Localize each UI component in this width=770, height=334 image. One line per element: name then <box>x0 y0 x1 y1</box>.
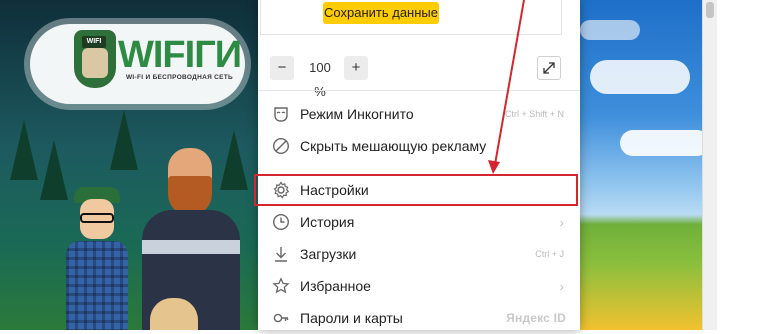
zoom-out-button[interactable]: − <box>270 56 294 80</box>
tree-shape <box>10 120 38 180</box>
save-data-button[interactable]: Сохранить данные <box>323 2 439 24</box>
menu-item-history[interactable]: История › <box>258 206 580 238</box>
menu-item-settings[interactable]: Настройки <box>258 174 580 206</box>
menu-item-label: Избранное <box>300 278 371 294</box>
clock-icon <box>272 213 290 231</box>
menu-divider <box>258 90 580 91</box>
key-icon <box>273 313 289 323</box>
browser-menu: Сохранить данные − 100 % + Режим Инкогни… <box>258 0 580 330</box>
page-background-right <box>580 0 702 330</box>
fullscreen-button[interactable] <box>537 56 561 80</box>
menu-item-hide-ads[interactable]: Скрыть мешающую рекламу <box>258 130 580 162</box>
menu-item-label: История <box>300 214 355 230</box>
download-icon <box>275 247 287 262</box>
zoom-in-button[interactable]: + <box>344 56 368 80</box>
site-logo: WIFIГИ <box>118 34 242 76</box>
menu-item-label: Загрузки <box>300 246 357 262</box>
tree-shape <box>110 110 138 170</box>
keyboard-shortcut: Ctrl + J <box>535 249 564 259</box>
gear-icon <box>273 181 290 199</box>
menu-item-label: Пароли и карты <box>300 310 403 326</box>
star-icon <box>272 277 290 294</box>
menu-item-incognito[interactable]: Режим Инкогнито Ctrl + Shift + N <box>258 98 580 130</box>
chevron-right-icon: › <box>559 278 564 294</box>
menu-item-passwords[interactable]: Пароли и карты Яндекс ID <box>258 302 580 334</box>
block-icon <box>272 137 290 155</box>
zoom-level: 100 % <box>309 60 331 99</box>
page-background-left: WIFI WIFIГИ WI-FI И БЕСПРОВОДНАЯ СЕТЬ <box>0 0 258 330</box>
fullscreen-icon <box>543 62 555 74</box>
menu-item-downloads[interactable]: Загрузки Ctrl + J <box>258 238 580 270</box>
menu-item-label: Настройки <box>300 182 369 198</box>
incognito-mask-icon <box>274 107 288 122</box>
save-data-panel: Сохранить данные <box>260 0 562 35</box>
character-small <box>150 298 198 330</box>
site-logo-subtitle: WI-FI И БЕСПРОВОДНАЯ СЕТЬ <box>126 74 234 81</box>
character-glasses <box>62 185 132 330</box>
logo-badge: WIFI <box>82 36 106 48</box>
scrollbar-thumb[interactable] <box>706 2 714 18</box>
logo-mascot-face <box>82 48 108 78</box>
keyboard-shortcut: Ctrl + Shift + N <box>504 109 564 119</box>
chevron-right-icon: › <box>559 214 564 230</box>
zoom-controls: − 100 % + <box>258 52 580 99</box>
yandex-id-label: Яндекс ID <box>506 311 566 325</box>
menu-item-label: Режим Инкогнито <box>300 106 414 122</box>
menu-item-favorites[interactable]: Избранное › <box>258 270 580 302</box>
menu-item-label: Скрыть мешающую рекламу <box>300 138 487 154</box>
page-scrollbar[interactable] <box>702 0 717 330</box>
